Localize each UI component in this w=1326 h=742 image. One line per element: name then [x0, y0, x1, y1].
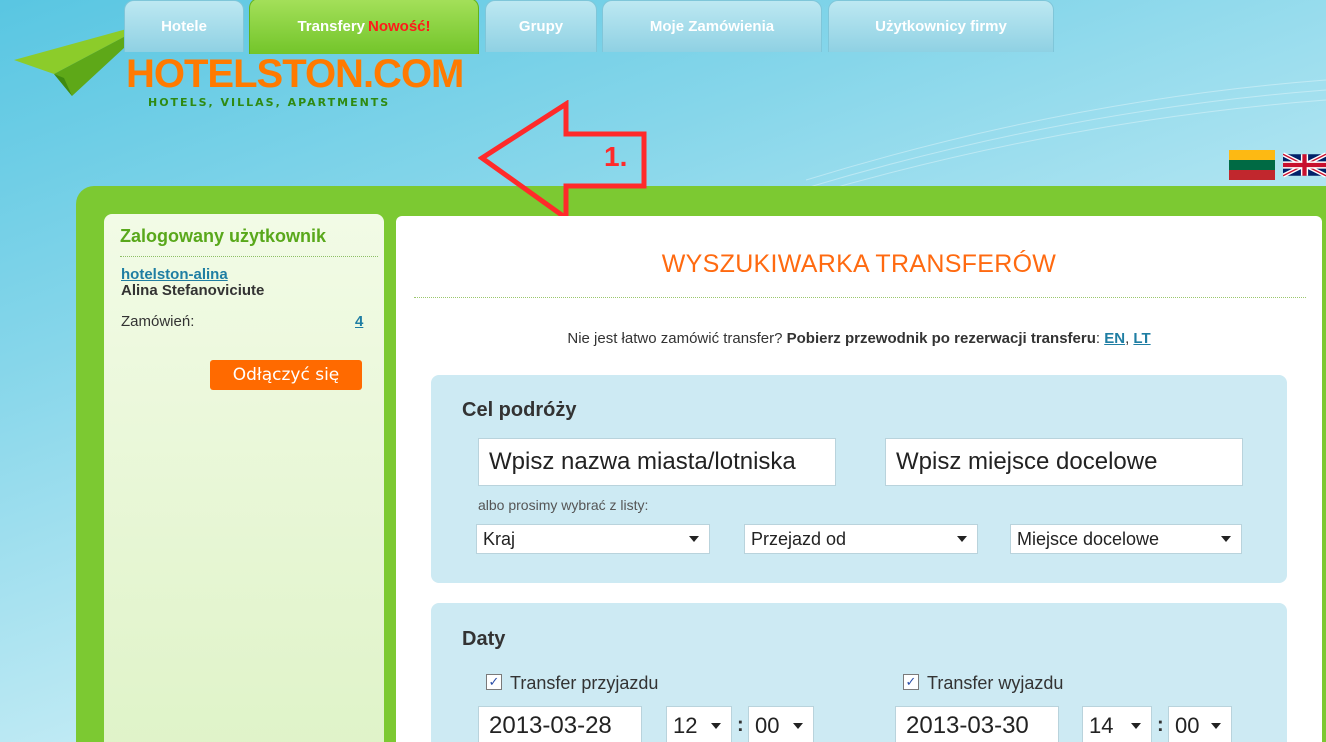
arrival-checkbox[interactable]: ✓ [486, 674, 502, 690]
tab-my-orders[interactable]: Moje Zamówienia [602, 0, 822, 52]
sidebar-title: Zalogowany użytkownik [120, 226, 327, 246]
guide-link-lt[interactable]: LT [1133, 330, 1150, 347]
tab-transfers[interactable]: Transfery Nowość! [249, 0, 479, 54]
orders-count-link[interactable]: 4 [355, 313, 363, 330]
guide-bold: Pobierz przewodnik po rezerwacji transfe… [786, 330, 1096, 347]
time-colon: : [737, 714, 744, 736]
destination-input[interactable]: Wpisz miejsce docelowe [885, 438, 1243, 486]
arrival-minute-select[interactable]: 00 [748, 706, 814, 742]
frame-edge [1322, 446, 1326, 466]
logo-subtitle: HOTELS, VILLAS, APARTMENTS [148, 96, 391, 109]
tab-label: Transfery [297, 18, 366, 35]
select-value: 00 [1175, 713, 1200, 738]
logo-title[interactable]: HOTELSTON.COM [126, 52, 464, 97]
guide-comma: , [1125, 330, 1130, 347]
arrival-hour-select[interactable]: 12 [666, 706, 732, 742]
dates-title: Daty [462, 628, 506, 650]
guide-link-en[interactable]: EN [1104, 330, 1125, 347]
select-value: 12 [673, 713, 698, 738]
arrival-label: Transfer przyjazdu [510, 673, 659, 693]
time-colon: : [1157, 714, 1164, 736]
sidebar-divider [120, 256, 378, 257]
select-value: Kraj [483, 528, 516, 549]
step-number-label: 1. [604, 141, 628, 172]
title-divider [414, 297, 1306, 298]
page-title: WYSZUKIWARKA TRANSFERÓW [661, 250, 1057, 278]
new-badge: Nowość! [368, 18, 431, 35]
chevron-down-icon [957, 536, 967, 542]
departure-label: Transfer wyjazdu [927, 673, 1064, 693]
departure-minute-select[interactable]: 00 [1168, 706, 1232, 742]
chevron-down-icon [1221, 536, 1231, 542]
select-hint: albo prosimy wybrać z listy: [478, 497, 649, 513]
country-select[interactable]: Kraj [476, 524, 710, 554]
arrival-date-input[interactable]: 2013-03-28 [478, 706, 642, 742]
guide-text: Nie jest łatwo zamówić transfer? Pobierz… [396, 330, 1322, 347]
username-link[interactable]: hotelston-alina [121, 266, 228, 283]
guide-separator: : [1095, 330, 1101, 347]
tab-label: Grupy [518, 18, 564, 35]
departure-checkbox[interactable]: ✓ [903, 674, 919, 690]
chevron-down-icon [1131, 723, 1141, 729]
select-value: 00 [755, 713, 780, 738]
from-city-input[interactable]: Wpisz nazwa miasta/lotniska [478, 438, 836, 486]
chevron-down-icon [689, 536, 699, 542]
select-value: Miejsce docelowe [1017, 528, 1160, 549]
select-value: 14 [1089, 713, 1114, 738]
lithuanian-flag-icon[interactable] [1229, 150, 1275, 180]
chevron-down-icon [1211, 723, 1221, 729]
uk-flag-icon[interactable] [1283, 150, 1326, 180]
tab-label: Hotele [161, 18, 207, 35]
tab-groups[interactable]: Grupy [485, 0, 597, 52]
from-select[interactable]: Przejazd od [744, 524, 978, 554]
tab-label: Użytkownicy firmy [875, 18, 1007, 35]
logout-button[interactable]: Odłączyć się [210, 360, 362, 390]
tab-company-users[interactable]: Użytkownicy firmy [828, 0, 1054, 52]
tab-hotels[interactable]: Hotele [124, 0, 244, 52]
departure-hour-select[interactable]: 14 [1082, 706, 1152, 742]
destination-select[interactable]: Miejsce docelowe [1010, 524, 1242, 554]
chevron-down-icon [793, 723, 803, 729]
select-value: Przejazd od [751, 528, 847, 549]
destination-title: Cel podróży [462, 399, 577, 421]
orders-label: Zamówień: [121, 313, 195, 330]
user-fullname: Alina Stefanoviciute [121, 282, 265, 299]
departure-date-input[interactable]: 2013-03-30 [895, 706, 1059, 742]
guide-question: Nie jest łatwo zamówić transfer? [567, 330, 783, 347]
chevron-down-icon [711, 723, 721, 729]
tab-label: Moje Zamówienia [649, 18, 775, 35]
